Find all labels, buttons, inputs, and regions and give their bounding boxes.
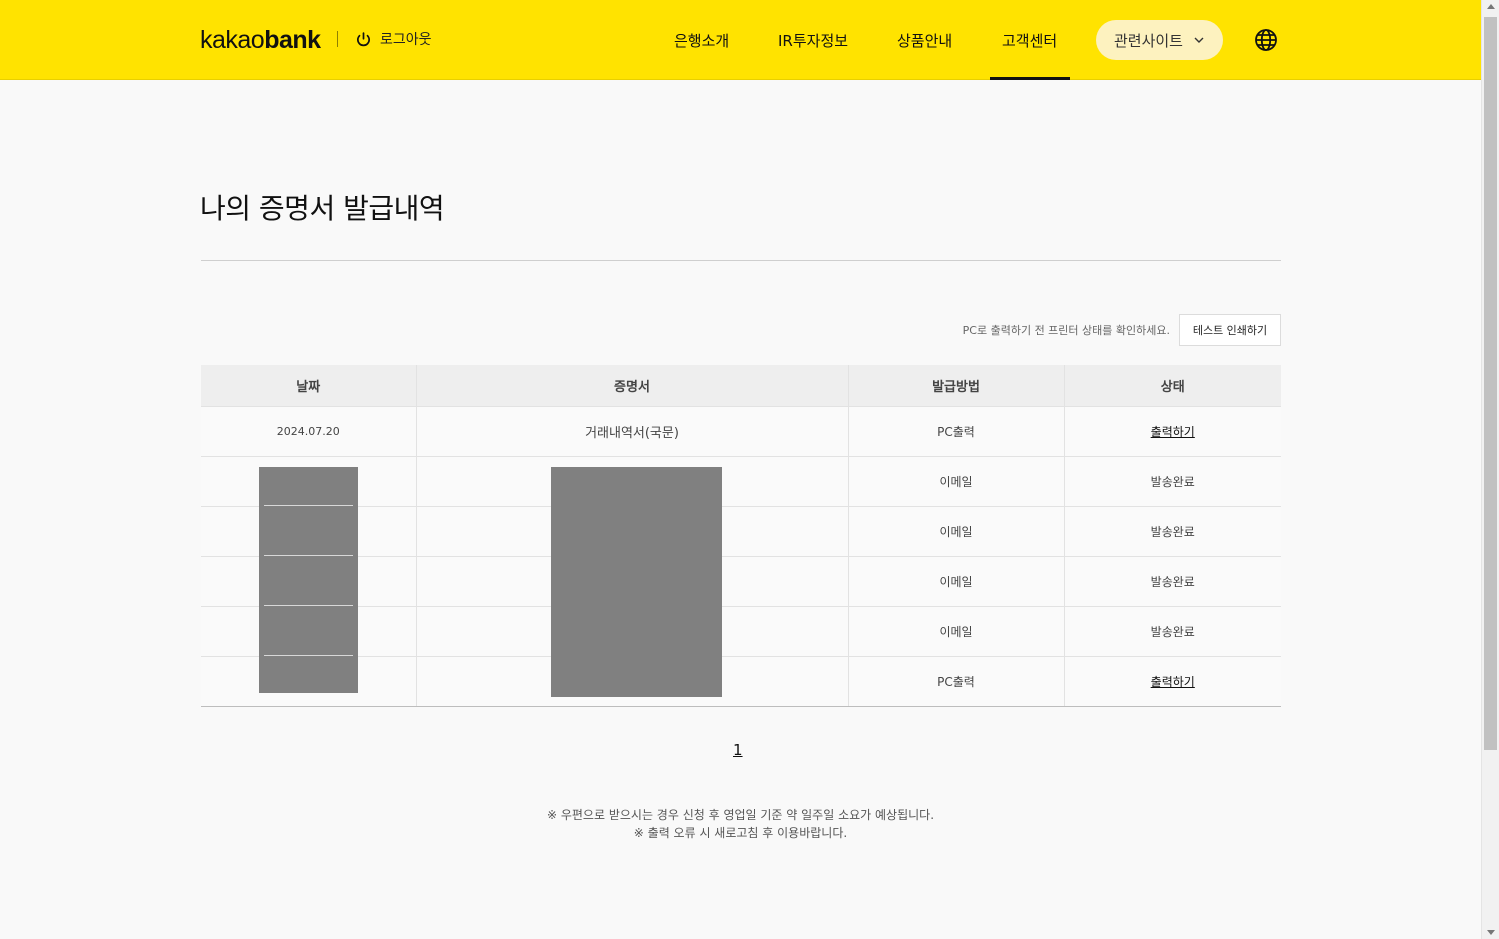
row-method: 이메일 — [847, 555, 1064, 606]
redaction-divider — [264, 655, 353, 656]
column-header-method: 발급방법 — [847, 365, 1064, 406]
column-header-status: 상태 — [1063, 365, 1281, 406]
vertical-scrollbar[interactable] — [1481, 0, 1499, 939]
column-header-certificate: 증명서 — [415, 365, 848, 406]
row-method: 이메일 — [847, 505, 1064, 556]
table-row: 이메일 발송완료 — [201, 605, 1281, 656]
table-row: 이메일 발송완료 — [201, 555, 1281, 606]
table-row: 2024.07.20 거래내역서(국문) PC출력 출력하기 — [201, 405, 1281, 456]
row-status: 출력하기 — [1063, 655, 1281, 707]
logout-button[interactable]: 로그아웃 — [355, 29, 432, 49]
print-link[interactable]: 출력하기 — [1151, 675, 1195, 689]
kakaobank-logo[interactable]: kakaobank — [200, 26, 321, 55]
logo-bank-text: bank — [264, 26, 321, 54]
scroll-up-arrow-icon[interactable] — [1487, 4, 1495, 9]
table-row: 이메일 발송완료 — [201, 455, 1281, 506]
table-row: 이메일 발송완료 — [201, 505, 1281, 556]
redaction-divider — [264, 555, 353, 556]
nav-item-bank-intro[interactable]: 은행소개 — [674, 30, 729, 51]
print-link[interactable]: 출력하기 — [1151, 425, 1195, 439]
logout-label: 로그아웃 — [380, 32, 432, 48]
printer-check-note: PC로 출력하기 전 프린터 상태를 확인하세요. — [962, 324, 1170, 337]
redacted-dates-block — [259, 467, 358, 693]
chevron-down-icon — [1194, 37, 1204, 43]
row-status: 발송완료 — [1063, 605, 1281, 656]
row-status: 출력하기 — [1063, 405, 1281, 456]
column-header-date: 날짜 — [201, 365, 416, 406]
certificate-history-table: 날짜 증명서 발급방법 상태 2024.07.20 거래내역서(국문) PC출력… — [201, 365, 1281, 707]
row-method: 이메일 — [847, 605, 1064, 656]
related-sites-dropdown[interactable]: 관련사이트 — [1096, 20, 1223, 60]
table-header-row: 날짜 증명서 발급방법 상태 — [201, 365, 1281, 406]
scroll-down-arrow-icon[interactable] — [1487, 930, 1495, 935]
globe-icon[interactable] — [1254, 28, 1278, 52]
redaction-divider — [264, 605, 353, 606]
scrollbar-thumb[interactable] — [1484, 17, 1497, 750]
page-title: 나의 증명서 발급내역 — [200, 192, 445, 225]
logo-kakao-text: kakao — [200, 26, 265, 54]
row-method: PC출력 — [847, 405, 1064, 456]
test-print-button[interactable]: 테스트 인쇄하기 — [1179, 314, 1281, 346]
row-method: PC출력 — [847, 655, 1064, 707]
table-row: PC출력 출력하기 — [201, 655, 1281, 707]
top-header: kakaobank 로그아웃 은행소개 IR투자정보 상품안내 고객센터 관련사… — [0, 0, 1481, 80]
row-status: 발송완료 — [1063, 555, 1281, 606]
notice-text: ※ 우편으로 받으시는 경우 신청 후 영업일 기준 약 일주일 소요가 예상됩… — [400, 806, 1081, 842]
nav-item-products[interactable]: 상품안내 — [897, 30, 952, 51]
header-divider — [337, 31, 338, 47]
nav-item-customer-center[interactable]: 고객센터 — [1002, 30, 1057, 51]
notice-line-mail: ※ 우편으로 받으시는 경우 신청 후 영업일 기준 약 일주일 소요가 예상됩… — [546, 808, 935, 822]
row-certificate: 거래내역서(국문) — [415, 405, 848, 456]
row-method: 이메일 — [847, 455, 1064, 506]
title-divider — [201, 260, 1281, 261]
power-icon — [357, 31, 370, 46]
redaction-divider — [264, 505, 353, 506]
nav-item-ir[interactable]: IR투자정보 — [778, 30, 848, 51]
row-date: 2024.07.20 — [201, 405, 416, 456]
page-number-current[interactable]: 1 — [733, 741, 743, 759]
row-status: 발송완료 — [1063, 505, 1281, 556]
notice-line-refresh: ※ 출력 오류 시 새로고침 후 이용바랍니다. — [633, 826, 848, 840]
redacted-certificates-block — [551, 467, 722, 697]
related-sites-label: 관련사이트 — [1113, 31, 1183, 50]
row-status: 발송완료 — [1063, 455, 1281, 506]
active-nav-underline — [990, 77, 1070, 80]
